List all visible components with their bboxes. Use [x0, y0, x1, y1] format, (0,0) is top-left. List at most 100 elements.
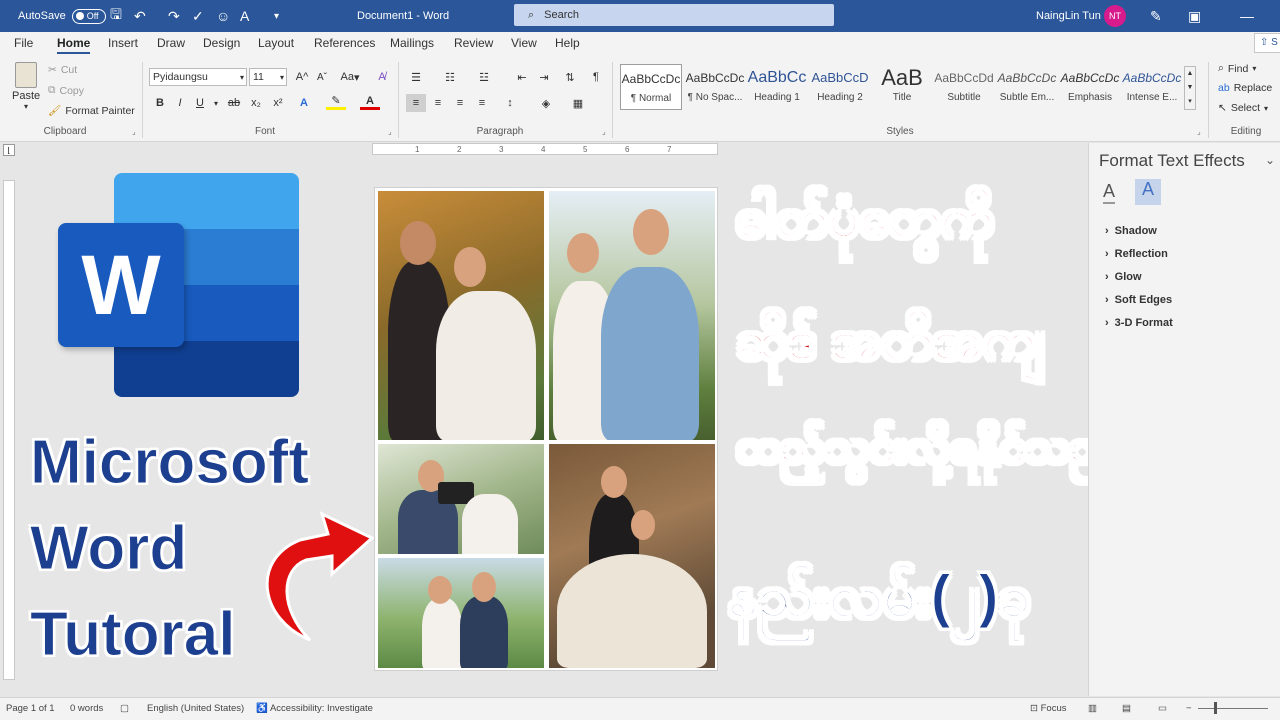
- tab-file[interactable]: File: [14, 36, 33, 50]
- dialog-launcher-icon[interactable]: ⌟: [388, 127, 392, 136]
- italic-button[interactable]: I: [170, 94, 190, 112]
- styles-scroll[interactable]: ▲ ▼ ▾: [1184, 66, 1196, 110]
- style-heading-1[interactable]: AaBbCc Heading 1: [746, 64, 808, 110]
- style-heading-2[interactable]: AaBbCcD Heading 2: [809, 64, 871, 110]
- numbering-icon[interactable]: ☷: [440, 68, 460, 86]
- ribbon-display-icon[interactable]: ▣: [1188, 0, 1201, 32]
- read-mode-icon[interactable]: ▥: [1088, 703, 1097, 714]
- web-layout-icon[interactable]: ▭: [1158, 703, 1167, 714]
- tab-layout[interactable]: Layout: [258, 36, 294, 50]
- search-box[interactable]: ⌕ Search: [514, 4, 834, 26]
- dialog-launcher-icon[interactable]: ⌟: [132, 127, 136, 136]
- format-painter-button[interactable]: 🖌 Format Painter: [48, 104, 135, 118]
- replace-button[interactable]: ab Replace: [1218, 82, 1272, 94]
- pilcrow-icon[interactable]: ¶: [586, 68, 606, 86]
- style-intense-emphasis[interactable]: AaBbCcDc Intense E...: [1121, 64, 1183, 110]
- dialog-launcher-icon[interactable]: ⌟: [602, 127, 606, 136]
- zoom-out-icon[interactable]: −: [1186, 703, 1192, 714]
- check-icon[interactable]: ✓: [192, 0, 204, 32]
- style-emphasis[interactable]: AaBbCcDc Emphasis: [1059, 64, 1121, 110]
- language[interactable]: English (United States): [147, 703, 244, 714]
- text-effects-tab-icon[interactable]: A: [1135, 179, 1161, 205]
- undo-icon[interactable]: ↶: [134, 0, 146, 32]
- tab-draw[interactable]: Draw: [157, 36, 185, 50]
- save-icon[interactable]: 🖫: [110, 0, 122, 32]
- page-count[interactable]: Page 1 of 1: [6, 703, 55, 714]
- style-normal[interactable]: AaBbCcDc ¶ Normal: [620, 64, 682, 110]
- horizontal-ruler[interactable]: 1 2 3 4 5 6 7: [372, 143, 718, 155]
- font-color-icon[interactable]: A: [360, 94, 380, 110]
- vertical-ruler[interactable]: [3, 180, 15, 680]
- decrease-indent-icon[interactable]: ⇤: [512, 68, 532, 86]
- chevron-down-icon[interactable]: ⌄: [1265, 153, 1275, 167]
- multilevel-list-icon[interactable]: ☳: [474, 68, 494, 86]
- copy-button[interactable]: ⧉ Copy: [48, 84, 84, 97]
- strikethrough-button[interactable]: ab: [224, 94, 244, 112]
- tab-help[interactable]: Help: [555, 36, 580, 50]
- style-title[interactable]: AaB Title: [871, 64, 933, 110]
- tab-selector[interactable]: ⌊: [3, 144, 15, 156]
- tab-view[interactable]: View: [511, 36, 537, 50]
- smiley-icon[interactable]: ☺: [216, 0, 230, 32]
- panel-item-glow[interactable]: › Glow: [1105, 271, 1142, 283]
- customize-icon[interactable]: ▾: [274, 0, 279, 32]
- align-center-icon[interactable]: ≡: [428, 94, 448, 112]
- subscript-button[interactable]: x₂: [246, 94, 266, 112]
- print-layout-icon[interactable]: ▤: [1122, 703, 1131, 714]
- document-page[interactable]: [374, 187, 718, 671]
- select-button[interactable]: ↖ Select ▾: [1218, 102, 1268, 114]
- dialog-launcher-icon[interactable]: ⌟: [1197, 127, 1201, 136]
- autosave[interactable]: AutoSave Off: [18, 0, 106, 32]
- minimize-icon[interactable]: —: [1240, 0, 1254, 32]
- redo-icon[interactable]: ↷: [168, 0, 180, 32]
- panel-item-soft-edges[interactable]: › Soft Edges: [1105, 294, 1172, 306]
- shading-icon[interactable]: ◈: [536, 94, 556, 112]
- increase-indent-icon[interactable]: ⇥: [534, 68, 554, 86]
- bold-button[interactable]: B: [150, 94, 170, 112]
- panel-item-3d-format[interactable]: › 3-D Format: [1105, 317, 1173, 329]
- word-count[interactable]: 0 words: [70, 703, 103, 714]
- panel-item-reflection[interactable]: › Reflection: [1105, 248, 1168, 260]
- spelling-icon[interactable]: A: [240, 0, 249, 32]
- tab-review[interactable]: Review: [454, 36, 493, 50]
- autosave-toggle[interactable]: Off: [71, 8, 106, 24]
- highlight-icon[interactable]: ✎: [326, 94, 346, 110]
- cut-button[interactable]: ✂ Cut: [48, 64, 77, 76]
- panel-item-shadow[interactable]: › Shadow: [1105, 225, 1157, 237]
- paste-button[interactable]: Paste ▾: [12, 62, 40, 111]
- share-button[interactable]: ⇧ S: [1254, 33, 1280, 53]
- grow-font-button[interactable]: A ^: [292, 68, 312, 86]
- style-subtitle[interactable]: AaBbCcDd Subtitle: [933, 64, 995, 110]
- find-button[interactable]: ⌕ Find ▾: [1218, 62, 1256, 75]
- clear-formatting-icon[interactable]: A̸: [372, 68, 392, 86]
- tab-references[interactable]: References: [314, 36, 375, 50]
- user-name[interactable]: NaingLin Tun: [1036, 0, 1101, 32]
- pen-icon[interactable]: ✎: [1150, 0, 1162, 32]
- proofing-icon[interactable]: ▢: [120, 703, 129, 714]
- align-left-icon[interactable]: ≡: [406, 94, 426, 112]
- align-right-icon[interactable]: ≡: [450, 94, 470, 112]
- tab-mailings[interactable]: Mailings: [390, 36, 434, 50]
- justify-icon[interactable]: ≡: [472, 94, 492, 112]
- style-no-spacing[interactable]: AaBbCcDc ¶ No Spac...: [684, 64, 746, 110]
- bullets-icon[interactable]: ☰: [406, 68, 426, 86]
- tab-design[interactable]: Design: [203, 36, 240, 50]
- borders-icon[interactable]: ▦: [568, 94, 588, 112]
- style-subtle-emphasis[interactable]: AaBbCcDc Subtle Em...: [996, 64, 1058, 110]
- line-spacing-icon[interactable]: ↕: [500, 94, 520, 112]
- tab-insert[interactable]: Insert: [108, 36, 138, 50]
- font-name-select[interactable]: Pyidaungsu ▾: [149, 68, 247, 86]
- change-case-button[interactable]: Aa ▾: [336, 68, 364, 86]
- avatar[interactable]: NT: [1104, 0, 1126, 32]
- focus-button[interactable]: ⊡ Focus: [1030, 703, 1066, 714]
- zoom-slider[interactable]: [1198, 708, 1268, 709]
- text-fill-icon[interactable]: A: [1103, 181, 1116, 204]
- chevron-down-icon[interactable]: ▾: [206, 94, 226, 112]
- shrink-font-button[interactable]: Aˇ: [312, 68, 332, 86]
- superscript-button[interactable]: x²: [268, 94, 288, 112]
- sort-icon[interactable]: ⇅: [560, 68, 580, 86]
- zoom-slider-thumb[interactable]: [1214, 702, 1217, 714]
- accessibility-status[interactable]: ♿ Accessibility: Investigate: [256, 703, 373, 714]
- tab-home[interactable]: Home: [57, 36, 91, 54]
- text-effects-icon[interactable]: A: [294, 94, 314, 112]
